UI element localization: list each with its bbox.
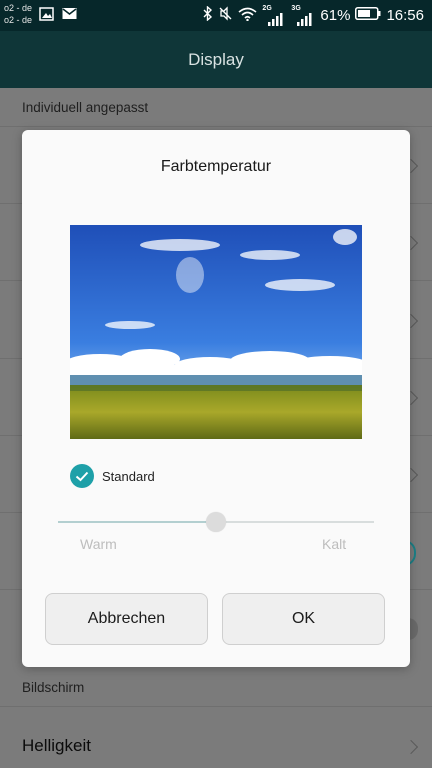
network-3g-label: 3G (291, 4, 301, 12)
brightness-item[interactable]: Helligkeit (22, 736, 91, 756)
app-bar: Display (0, 31, 432, 88)
bluetooth-icon (203, 5, 213, 25)
battery-icon (355, 7, 381, 24)
warm-label: Warm (80, 536, 117, 552)
standard-label: Standard (102, 468, 155, 484)
color-temperature-slider[interactable] (58, 512, 374, 532)
divider (0, 706, 432, 707)
mail-notification-icon (62, 7, 77, 26)
standard-option[interactable]: Standard (70, 464, 155, 488)
mute-icon (218, 6, 233, 25)
status-bar: o2 - de o2 - de 2G 3G 61% 16:56 (0, 0, 432, 31)
divider (0, 126, 432, 127)
slider-fill (58, 521, 216, 523)
image-notification-icon (39, 7, 54, 26)
network-2g-label: 2G (262, 4, 272, 12)
carrier-line-2: o2 - de (4, 15, 33, 25)
cold-label: Kalt (322, 536, 347, 552)
preview-image (70, 225, 362, 439)
ok-button[interactable]: OK (222, 593, 385, 645)
dialog-title: Farbtemperatur (160, 158, 272, 175)
wifi-icon (238, 7, 257, 25)
carrier-line-1: o2 - de (4, 3, 33, 13)
chevron-right-icon (403, 739, 419, 755)
page-title: Display (188, 49, 244, 69)
section-header-screen: Bildschirm (22, 680, 85, 695)
carrier-label: o2 - de o2 - de (4, 2, 32, 26)
section-header-custom: Individuell angepasst (22, 100, 149, 115)
cancel-button[interactable]: Abbrechen (45, 593, 208, 645)
slider-thumb[interactable] (206, 512, 226, 532)
standard-checkbox[interactable] (70, 464, 94, 488)
signal-2g-icon: 2G (262, 4, 286, 26)
battery-percent: 61% (320, 7, 351, 24)
color-temperature-dialog: Farbtemperatur Standard Warm Kalt Abbrec… (22, 130, 410, 667)
signal-3g-icon: 3G (291, 4, 315, 26)
clock: 16:56 (386, 7, 424, 24)
